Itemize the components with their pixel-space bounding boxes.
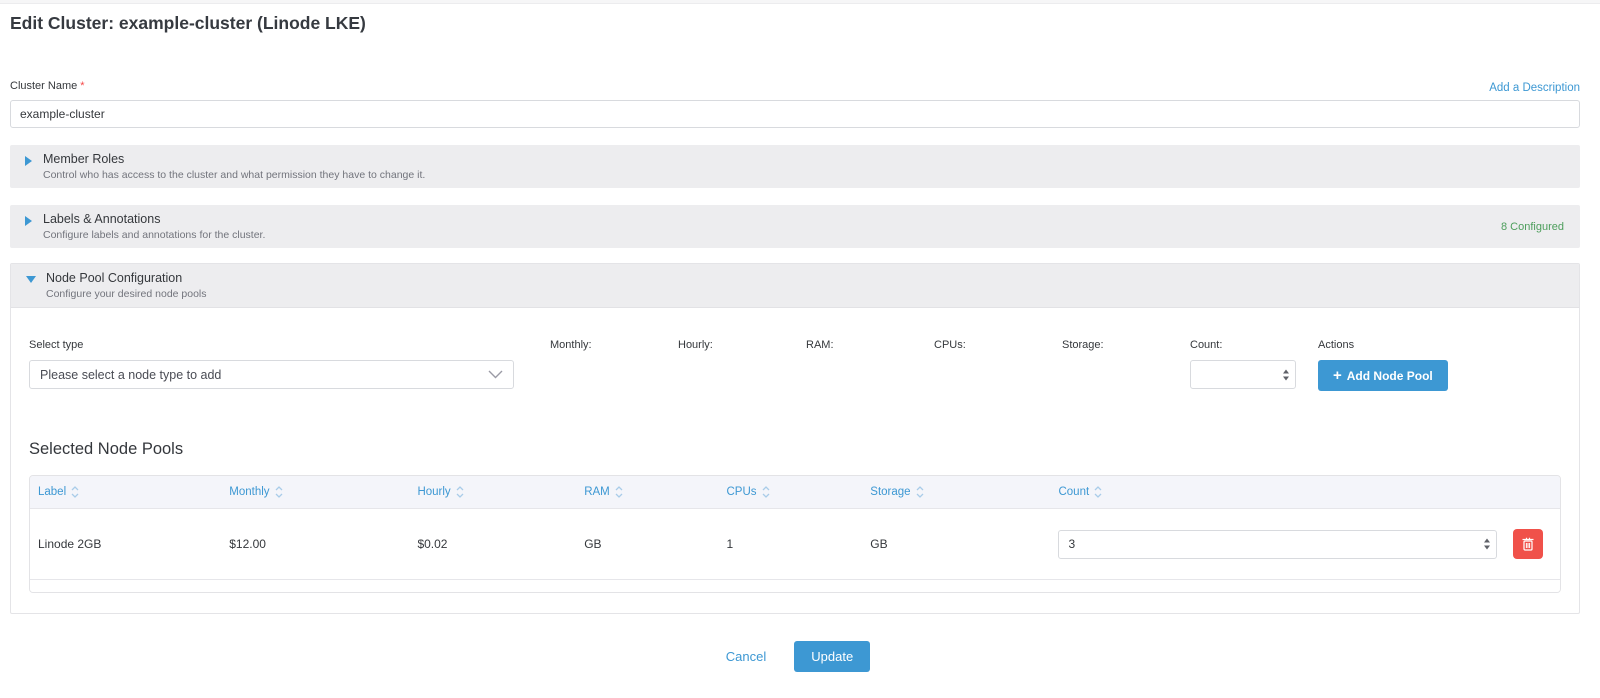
hourly-column: Hourly: xyxy=(678,339,806,360)
cancel-button[interactable]: Cancel xyxy=(720,648,772,665)
cell-storage: GB xyxy=(862,537,1050,551)
accordion-member-roles[interactable]: Member Roles Control who has access to t… xyxy=(10,145,1580,188)
edit-cluster-page: Edit Cluster: example-cluster (Linode LK… xyxy=(0,4,1600,672)
cell-ram: GB xyxy=(576,537,718,551)
cell-monthly: $12.00 xyxy=(221,537,409,551)
stepper-arrows xyxy=(1484,539,1490,550)
accordion-description: Configure labels and annotations for the… xyxy=(43,229,265,241)
accordion-title: Node Pool Configuration xyxy=(46,271,207,286)
count-column: Count: xyxy=(1190,339,1318,389)
header-text: Storage xyxy=(870,486,910,498)
trash-icon xyxy=(1522,537,1534,551)
stepper-up-icon[interactable] xyxy=(1283,369,1289,373)
caret-right-icon xyxy=(25,216,32,226)
table-header-hourly[interactable]: Hourly xyxy=(409,486,576,498)
accordion-text: Node Pool Configuration Configure your d… xyxy=(46,271,207,300)
cell-count xyxy=(1050,530,1504,559)
caret-right-icon xyxy=(25,156,32,166)
select-type-group: Select type Please select a node type to… xyxy=(29,339,514,389)
node-pool-section-body: Select type Please select a node type to… xyxy=(11,308,1579,613)
node-type-select-value: Please select a node type to add xyxy=(40,368,221,382)
cluster-name-row: Cluster Name* Add a Description xyxy=(10,76,1580,94)
storage-column: Storage: xyxy=(1062,339,1190,360)
accordion-title: Member Roles xyxy=(43,152,425,167)
header-text: Monthly xyxy=(229,486,269,498)
cpus-column: CPUs: xyxy=(934,339,1062,360)
sort-icon xyxy=(762,486,770,498)
actions-label: Actions xyxy=(1318,339,1448,352)
count-input[interactable] xyxy=(1191,361,1295,388)
row-count-stepper[interactable] xyxy=(1058,530,1496,559)
hourly-label: Hourly: xyxy=(678,339,806,352)
cluster-name-label: Cluster Name xyxy=(10,80,77,92)
count-label: Count: xyxy=(1190,339,1318,352)
caret-down-icon xyxy=(26,276,36,283)
table-footer-strip xyxy=(30,579,1560,592)
ram-column: RAM: xyxy=(806,339,934,360)
sort-icon xyxy=(275,486,283,498)
chevron-down-icon xyxy=(488,370,503,379)
footer-actions: Cancel Update xyxy=(10,641,1580,672)
table-header-label[interactable]: Label xyxy=(30,486,221,498)
accordion-text: Member Roles Control who has access to t… xyxy=(43,152,425,181)
add-node-pool-button-label: Add Node Pool xyxy=(1347,369,1433,383)
header-text: Label xyxy=(38,486,66,498)
cpus-label: CPUs: xyxy=(934,339,1062,352)
page-title: Edit Cluster: example-cluster (Linode LK… xyxy=(10,4,1580,34)
sort-icon xyxy=(916,486,924,498)
node-pool-row: Linode 2GB $12.00 $0.02 GB 1 GB xyxy=(30,509,1560,579)
table-header-cpus[interactable]: CPUs xyxy=(718,486,862,498)
accordion-description: Configure your desired node pools xyxy=(46,288,207,300)
delete-pool-button[interactable] xyxy=(1513,529,1543,559)
row-count-input[interactable] xyxy=(1059,531,1495,558)
select-type-label: Select type xyxy=(29,339,514,352)
header-text: CPUs xyxy=(726,486,756,498)
accordion-node-pool-configuration[interactable]: Node Pool Configuration Configure your d… xyxy=(11,264,1579,308)
count-stepper[interactable] xyxy=(1190,360,1296,389)
stepper-down-icon[interactable] xyxy=(1484,546,1490,550)
stepper-up-icon[interactable] xyxy=(1484,539,1490,543)
accordion-text: Labels & Annotations Configure labels an… xyxy=(43,212,265,241)
section-node-pool-configuration: Node Pool Configuration Configure your d… xyxy=(10,263,1580,614)
stepper-arrows xyxy=(1283,369,1289,380)
table-header-ram[interactable]: RAM xyxy=(576,486,718,498)
accordion-labels-annotations[interactable]: Labels & Annotations Configure labels an… xyxy=(10,205,1580,248)
sort-icon xyxy=(615,486,623,498)
cluster-name-input[interactable] xyxy=(10,100,1580,128)
ram-label: RAM: xyxy=(806,339,934,352)
add-description-link[interactable]: Add a Description xyxy=(1489,82,1580,94)
header-text: Count xyxy=(1058,486,1089,498)
sort-icon xyxy=(456,486,464,498)
table-header-count[interactable]: Count xyxy=(1050,486,1504,498)
actions-column: Actions + Add Node Pool xyxy=(1318,339,1448,391)
add-node-pool-button[interactable]: + Add Node Pool xyxy=(1318,360,1448,391)
update-button[interactable]: Update xyxy=(794,641,870,672)
accordion-description: Control who has access to the cluster an… xyxy=(43,169,425,181)
node-pool-form: Select type Please select a node type to… xyxy=(29,339,1561,391)
sort-icon xyxy=(1094,486,1102,498)
table-header-row: Label Monthly Hourly RAM xyxy=(30,476,1560,509)
configured-count-badge: 8 Configured xyxy=(1501,221,1564,233)
sort-icon xyxy=(71,486,79,498)
accordion-title: Labels & Annotations xyxy=(43,212,265,227)
node-type-select[interactable]: Please select a node type to add xyxy=(29,360,514,389)
storage-label: Storage: xyxy=(1062,339,1190,352)
monthly-column: Monthly: xyxy=(550,339,678,360)
cell-actions xyxy=(1505,529,1560,559)
monthly-label: Monthly: xyxy=(550,339,678,352)
header-text: RAM xyxy=(584,486,610,498)
stepper-down-icon[interactable] xyxy=(1283,376,1289,380)
selected-node-pools-heading: Selected Node Pools xyxy=(29,440,1561,459)
header-text: Hourly xyxy=(417,486,450,498)
cell-cpus: 1 xyxy=(718,537,862,551)
required-asterisk: * xyxy=(80,80,84,92)
cell-hourly: $0.02 xyxy=(409,537,576,551)
table-header-storage[interactable]: Storage xyxy=(862,486,1050,498)
cluster-name-label-group: Cluster Name* xyxy=(10,76,85,94)
cell-label: Linode 2GB xyxy=(30,537,221,551)
plus-icon: + xyxy=(1333,368,1342,383)
selected-node-pools-table: Label Monthly Hourly RAM xyxy=(29,475,1561,593)
table-header-monthly[interactable]: Monthly xyxy=(221,486,409,498)
